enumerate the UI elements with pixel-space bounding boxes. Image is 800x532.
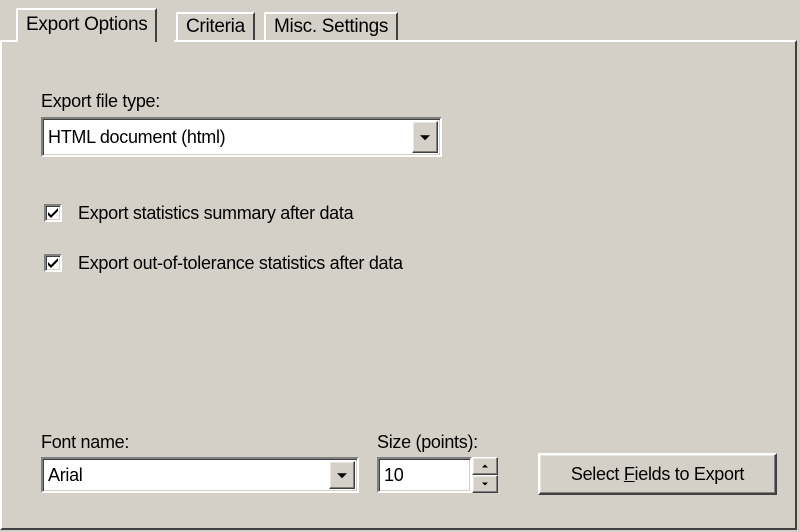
tab-misc-settings[interactable]: Misc. Settings bbox=[264, 12, 399, 41]
tab-panel bbox=[0, 40, 797, 530]
tab-label: Criteria bbox=[186, 16, 245, 37]
tab-export-options[interactable]: Export Options bbox=[16, 8, 158, 42]
tab-criteria[interactable]: Criteria bbox=[176, 12, 255, 41]
tab-label: Misc. Settings bbox=[274, 16, 389, 37]
tab-label: Export Options bbox=[26, 14, 148, 35]
